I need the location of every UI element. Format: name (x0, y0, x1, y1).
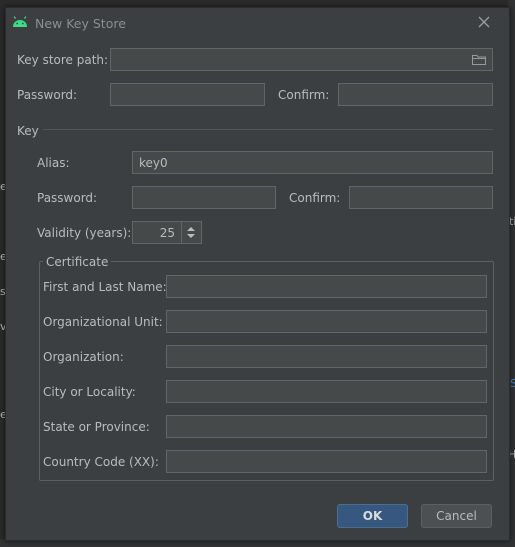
alias-label: Alias: (37, 156, 70, 170)
key-password-input[interactable] (132, 186, 276, 209)
keystore-confirm-input[interactable] (338, 83, 493, 106)
keystore-confirm-label: Confirm: (278, 88, 330, 102)
keystore-password-label: Password: (17, 88, 78, 102)
state-input[interactable] (166, 415, 487, 438)
keystore-password-input[interactable] (110, 83, 265, 106)
organization-label: Organization: (43, 350, 124, 364)
validity-spinner-buttons[interactable] (182, 221, 202, 244)
chevron-down-icon[interactable] (187, 234, 195, 238)
validity-label: Validity (years): (37, 226, 132, 240)
city-input[interactable] (166, 380, 487, 403)
country-code-label: Country Code (XX): (43, 455, 159, 469)
key-section-label: Key (17, 124, 39, 138)
first-last-name-label: First and Last Name: (43, 280, 167, 294)
close-icon[interactable] (476, 14, 492, 30)
new-key-store-dialog: New Key Store Key store path: Password: … (5, 7, 510, 541)
validity-stepper[interactable] (132, 221, 182, 244)
ok-button[interactable]: OK (337, 504, 408, 528)
dialog-titlebar[interactable]: New Key Store (6, 8, 509, 38)
keystore-path-input[interactable] (110, 48, 493, 71)
chevron-up-icon[interactable] (187, 227, 195, 231)
keystore-path-label: Key store path: (17, 53, 109, 67)
first-last-name-input[interactable] (166, 275, 487, 298)
key-section-separator (43, 129, 493, 130)
key-confirm-input[interactable] (349, 186, 493, 209)
city-label: City or Locality: (43, 385, 136, 399)
android-icon (13, 16, 27, 27)
dialog-title: New Key Store (35, 16, 126, 31)
key-password-label: Password: (37, 191, 98, 205)
folder-icon[interactable] (472, 54, 486, 65)
org-unit-input[interactable] (166, 310, 487, 333)
alias-input[interactable] (132, 151, 493, 174)
org-unit-label: Organizational Unit: (43, 315, 163, 329)
background-fragment: S (510, 377, 515, 390)
organization-input[interactable] (166, 345, 487, 368)
certificate-group-label: Certificate (43, 255, 112, 269)
key-confirm-label: Confirm: (289, 191, 341, 205)
state-label: State or Province: (43, 420, 150, 434)
country-code-input[interactable] (166, 450, 487, 473)
cancel-button[interactable]: Cancel (421, 504, 492, 528)
